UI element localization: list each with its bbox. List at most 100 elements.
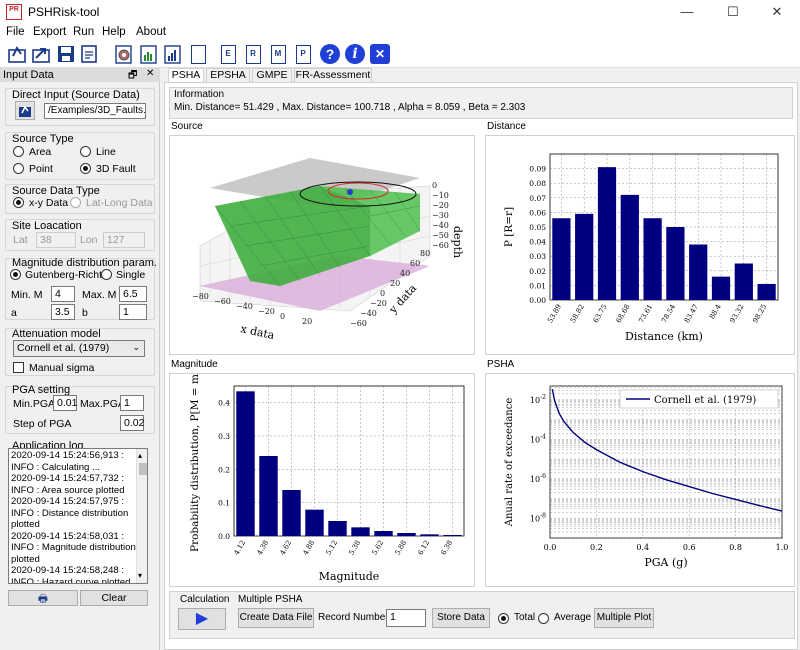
export-button[interactable] — [30, 43, 52, 65]
chart-alt-button[interactable] — [162, 43, 184, 65]
radio-lat-long[interactable] — [70, 197, 81, 208]
bar — [259, 456, 278, 536]
maximize-button[interactable]: ☐ — [710, 0, 756, 24]
x-tick-label: 5.62 — [371, 539, 386, 557]
info-button[interactable]: i — [344, 43, 366, 65]
radio-line[interactable] — [80, 146, 91, 157]
radio-average[interactable] — [538, 613, 549, 624]
z-tick-label: 0 — [432, 181, 437, 190]
b-input[interactable]: 1 — [119, 304, 147, 320]
save-button[interactable] — [55, 43, 77, 65]
scroll-down-icon[interactable]: ▾ — [138, 571, 142, 580]
report-e-icon: E — [220, 44, 236, 64]
tab-epsha[interactable]: EPSHA — [206, 68, 250, 82]
menu-run[interactable]: Run — [73, 26, 94, 38]
tab-gmpe[interactable]: GMPE — [252, 68, 292, 82]
lon-input[interactable]: 127 — [103, 232, 145, 248]
report-r-button[interactable]: R — [242, 43, 264, 65]
radio-gutenberg-richter[interactable] — [10, 269, 21, 280]
scroll-thumb[interactable] — [139, 463, 147, 475]
attenuation-model-select[interactable]: Cornell et al. (1979) ⌄ — [13, 340, 145, 357]
menu-export[interactable]: Export — [33, 26, 66, 38]
dock-close-icon[interactable]: ✕ — [146, 68, 154, 79]
report-p-button[interactable]: P — [292, 43, 314, 65]
source-panel: 0 −10 −20 −30 −40 −50 −60 depth −80 −60 −40 −20 0 2… — [169, 135, 475, 355]
log-line: INFO : Magnitude distribution — [11, 542, 136, 553]
distance-panel-title: Distance — [487, 121, 526, 132]
run-button[interactable]: ▶ — [178, 608, 226, 630]
load-file-button[interactable] — [15, 101, 35, 120]
toolbar: E R M P ? i ✕ — [0, 42, 800, 68]
close-window-button[interactable]: ✕ — [754, 0, 800, 24]
radio-total-label: Total — [514, 612, 536, 623]
radio-single[interactable] — [101, 269, 112, 280]
scroll-up-icon[interactable]: ▴ — [138, 451, 142, 460]
multiple-plot-button[interactable]: Multiple Plot — [594, 608, 654, 628]
info-icon: i — [345, 44, 365, 64]
help-icon: ? — [320, 44, 340, 64]
dock-float-icon[interactable]: 🗗 — [128, 68, 137, 85]
minimize-button[interactable]: — — [664, 0, 710, 24]
y-tick-label: 20 — [390, 279, 400, 288]
log-line: INFO : Distance distribution — [11, 507, 129, 519]
log-line: 2020-09-14 15:24:57,975 : — [11, 496, 125, 507]
x-tick-label: 0 — [280, 312, 285, 321]
store-data-button[interactable]: Store Data — [432, 608, 490, 628]
x-tick-label: 88.4 — [708, 303, 723, 321]
y-tick-label: −20 — [370, 299, 387, 308]
application-log[interactable]: 2020-09-14 15:24:56,913 : INFO : Calculat… — [8, 448, 148, 584]
report-m-button[interactable]: M — [267, 43, 289, 65]
radio-area[interactable] — [13, 146, 24, 157]
max-pga-input[interactable]: 1 — [120, 395, 144, 411]
document-button[interactable] — [187, 43, 209, 65]
exit-button[interactable]: ✕ — [369, 43, 391, 65]
tab-psha[interactable]: PSHA — [168, 68, 204, 83]
y-tick-label: 0.1 — [218, 499, 230, 508]
clear-log-button[interactable]: Clear — [80, 590, 148, 606]
y-tick-label: 60 — [410, 259, 420, 268]
bar — [236, 391, 255, 536]
step-pga-input[interactable]: 0.02 — [120, 415, 144, 431]
max-m-input[interactable]: 6.5 — [119, 286, 147, 302]
chart-button[interactable] — [138, 43, 160, 65]
menu-file[interactable]: File — [6, 26, 25, 38]
report-e-button[interactable]: E — [217, 43, 239, 65]
open-button[interactable] — [6, 43, 28, 65]
print-log-button[interactable]: 🖶 — [8, 590, 78, 606]
min-m-input[interactable]: 4 — [51, 286, 75, 302]
x-tick-label: 4.62 — [279, 539, 294, 557]
x-tick-label: 78.54 — [660, 303, 677, 325]
create-data-file-button[interactable]: Create Data File — [238, 608, 314, 628]
x-axis-label: Distance (km) — [625, 330, 703, 343]
radio-lat-long-label: Lat-Long Data — [86, 197, 153, 209]
log-line: INFO : Hazard curve plotted — [11, 576, 131, 584]
log-line: plotted — [11, 553, 40, 565]
radio-gutenberg-richter-label: Gutenberg-Richter — [25, 269, 112, 281]
help-button[interactable]: ? — [319, 43, 341, 65]
y-tick-label: 0.4 — [218, 399, 230, 408]
a-input[interactable]: 3.5 — [51, 304, 75, 320]
log-scrollbar[interactable]: ▴ ▾ — [136, 449, 147, 583]
bar — [397, 533, 416, 536]
x-tick-label: 6.38 — [440, 539, 455, 557]
radio-point[interactable] — [13, 163, 24, 174]
radio-3d-fault[interactable] — [80, 163, 91, 174]
save-as-button[interactable] — [79, 43, 101, 65]
record-number-input[interactable]: 1 — [386, 609, 426, 627]
settings-button[interactable] — [113, 43, 135, 65]
manual-sigma-checkbox[interactable] — [13, 362, 24, 373]
y-tick-label: 80 — [420, 249, 430, 258]
menu-about[interactable]: About — [136, 26, 166, 38]
menu-help[interactable]: Help — [102, 26, 126, 38]
z-ticks: 0−10−20−30−40−50−60 — [432, 181, 449, 250]
bar — [689, 244, 708, 300]
x-tick-label: −20 — [258, 307, 275, 316]
y-tick-label: 10-6 — [530, 473, 546, 484]
calculation-title: Calculation — [180, 594, 230, 605]
radio-xy-data[interactable] — [13, 197, 24, 208]
min-pga-input[interactable]: 0.01 — [53, 395, 77, 411]
radio-total[interactable] — [498, 613, 509, 624]
lat-input[interactable]: 38 — [36, 232, 76, 248]
source-file-field[interactable]: /Examples/3D_Faults.txt — [44, 103, 146, 119]
tab-fr-assessment[interactable]: FR-Assessment — [294, 68, 372, 82]
